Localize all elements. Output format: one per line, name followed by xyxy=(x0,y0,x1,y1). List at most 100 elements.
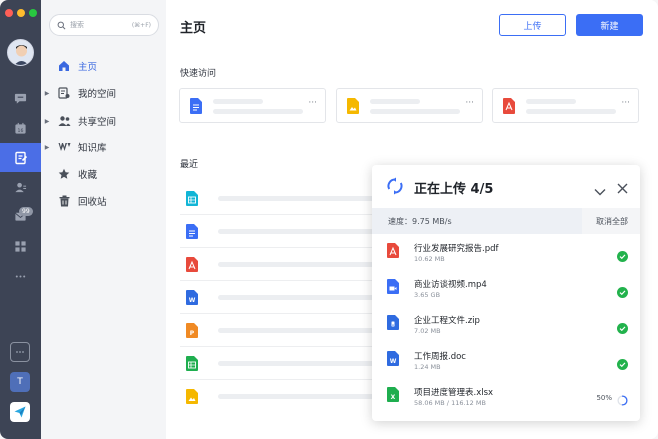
list-item[interactable] xyxy=(180,182,390,215)
list-item[interactable] xyxy=(180,215,390,248)
sheet-file-icon xyxy=(186,191,198,210)
close-window-button[interactable] xyxy=(5,9,13,17)
sidebar-item-favorites[interactable]: 收藏 xyxy=(41,163,166,185)
upload-item[interactable]: 商业访谈视频.mp4 3.65 GB xyxy=(372,273,640,309)
avatar[interactable] xyxy=(7,39,34,66)
check-circle-icon xyxy=(617,355,628,374)
more-options-icon[interactable]: ··· xyxy=(308,98,317,108)
page-title: 主页 xyxy=(180,21,207,36)
chat-icon[interactable] xyxy=(0,84,41,113)
more-options-icon[interactable]: ··· xyxy=(621,98,630,108)
sidebar-item-trash[interactable]: 回收站 xyxy=(41,190,166,212)
sidebar-item-my-space[interactable]: ▶ 我的空间 xyxy=(41,82,166,104)
svg-text:W: W xyxy=(390,358,397,365)
trash-icon xyxy=(57,194,71,208)
secondary-sidebar: 搜索 (⌘+F) 主页 ▶ 我的空间 ▶ 共享空间 ▶ 知识库 收藏 回收站 xyxy=(41,0,166,439)
upload-file-size: 58.06 MB / 116.12 MB xyxy=(414,399,486,407)
list-item[interactable]: P xyxy=(180,314,390,347)
recent-heading: 最近 xyxy=(180,160,199,170)
pdf-file-icon xyxy=(387,243,399,262)
sidebar-item-label: 主页 xyxy=(78,62,98,73)
quick-access-heading: 快速访问 xyxy=(180,69,217,79)
pdf-file-icon xyxy=(503,98,515,118)
list-item[interactable] xyxy=(180,380,390,413)
new-button[interactable]: 新建 xyxy=(576,14,643,36)
app-logo-icon[interactable] xyxy=(10,402,30,422)
word-file-icon: W xyxy=(387,351,399,370)
my-space-icon xyxy=(57,86,71,100)
check-circle-icon xyxy=(617,283,628,302)
check-circle-icon xyxy=(617,319,628,338)
upload-file-size: 3.65 GB xyxy=(414,291,441,299)
minimize-window-button[interactable] xyxy=(17,9,25,17)
upload-panel-title: 正在上传 4/5 xyxy=(414,182,494,197)
ppt-file-icon: P xyxy=(186,323,198,342)
list-item[interactable] xyxy=(180,347,390,380)
collapse-chevron-icon[interactable] xyxy=(594,181,606,200)
zip-file-icon xyxy=(387,315,399,334)
svg-text:W: W xyxy=(189,297,196,304)
sidebar-item-label: 收藏 xyxy=(78,170,98,181)
upload-progress-percent: 50% xyxy=(596,394,612,402)
excel-file-icon xyxy=(186,356,198,375)
image-file-icon xyxy=(186,389,198,408)
workspace-avatar[interactable]: T xyxy=(10,372,30,392)
excel-file-icon: X xyxy=(387,387,399,406)
mail-icon[interactable] xyxy=(0,202,41,231)
expand-caret-icon[interactable]: ▶ xyxy=(41,144,53,151)
list-item[interactable] xyxy=(180,248,390,281)
upload-panel: 正在上传 4/5 速度：9.75 MB/s 取消全部 行业发展研究报告.pdf … xyxy=(372,165,640,421)
upload-file-size: 10.62 MB xyxy=(414,255,445,263)
upload-item[interactable]: W 工作周报.doc 1.24 MB xyxy=(372,345,640,381)
upload-item[interactable]: 行业发展研究报告.pdf 10.62 MB xyxy=(372,237,640,273)
upload-file-name: 项目进度管理表.xlsx xyxy=(414,388,494,398)
doc-file-icon xyxy=(190,98,202,118)
more-icon[interactable] xyxy=(0,262,41,291)
cancel-all-button[interactable]: 取消全部 xyxy=(596,216,628,227)
sidebar-item-label: 回收站 xyxy=(78,197,107,208)
window-controls xyxy=(5,9,37,17)
upload-file-size: 7.02 MB xyxy=(414,327,441,335)
close-icon[interactable] xyxy=(617,179,628,198)
expand-caret-icon[interactable]: ▶ xyxy=(41,90,53,97)
apps-icon[interactable] xyxy=(0,232,41,261)
contacts-icon[interactable] xyxy=(0,173,41,202)
speed-bar: 速度：9.75 MB/s 取消全部 xyxy=(372,208,640,234)
search-input[interactable]: 搜索 (⌘+F) xyxy=(49,14,159,36)
workspace-initial: T xyxy=(17,377,23,387)
quick-access-card[interactable]: ··· xyxy=(336,88,483,123)
search-placeholder: 搜索 xyxy=(70,21,84,29)
upload-file-size: 1.24 MB xyxy=(414,363,441,371)
sidebar-item-label: 知识库 xyxy=(78,143,107,154)
more-options-icon[interactable]: ··· xyxy=(465,98,474,108)
sidebar-item-wiki[interactable]: ▶ 知识库 xyxy=(41,136,166,158)
mail-badge: 99 xyxy=(19,207,33,216)
upload-item[interactable]: 企业工程文件.zip 7.02 MB xyxy=(372,309,640,345)
list-item[interactable]: W xyxy=(180,281,390,314)
wiki-icon xyxy=(57,140,71,154)
more-apps-icon[interactable] xyxy=(10,342,30,362)
progress-ring-icon xyxy=(617,391,628,410)
quick-access-card[interactable]: ··· xyxy=(492,88,639,123)
sidebar-item-shared-space[interactable]: ▶ 共享空间 xyxy=(41,110,166,132)
home-icon xyxy=(57,59,71,73)
svg-text:X: X xyxy=(391,394,396,401)
check-circle-icon xyxy=(617,247,628,266)
star-icon xyxy=(57,167,71,181)
docs-icon[interactable] xyxy=(0,143,41,172)
search-shortcut: (⌘+F) xyxy=(131,21,151,29)
calendar-icon[interactable]: 16 xyxy=(0,114,41,143)
maximize-window-button[interactable] xyxy=(29,9,37,17)
image-file-icon xyxy=(347,98,359,118)
sync-icon xyxy=(386,177,404,199)
doc-file-icon xyxy=(186,224,198,243)
app-rail: 16 99 T xyxy=(0,0,41,439)
upload-button[interactable]: 上传 xyxy=(499,14,566,36)
word-file-icon: W xyxy=(186,290,198,309)
sidebar-item-home[interactable]: 主页 xyxy=(41,55,166,77)
upload-item[interactable]: X 项目进度管理表.xlsx 58.06 MB / 116.12 MB 50% xyxy=(372,381,640,417)
quick-access-card[interactable]: ··· xyxy=(179,88,326,123)
upload-panel-header: 正在上传 4/5 xyxy=(372,165,640,208)
upload-file-name: 工作周报.doc xyxy=(414,352,466,362)
expand-caret-icon[interactable]: ▶ xyxy=(41,118,53,125)
